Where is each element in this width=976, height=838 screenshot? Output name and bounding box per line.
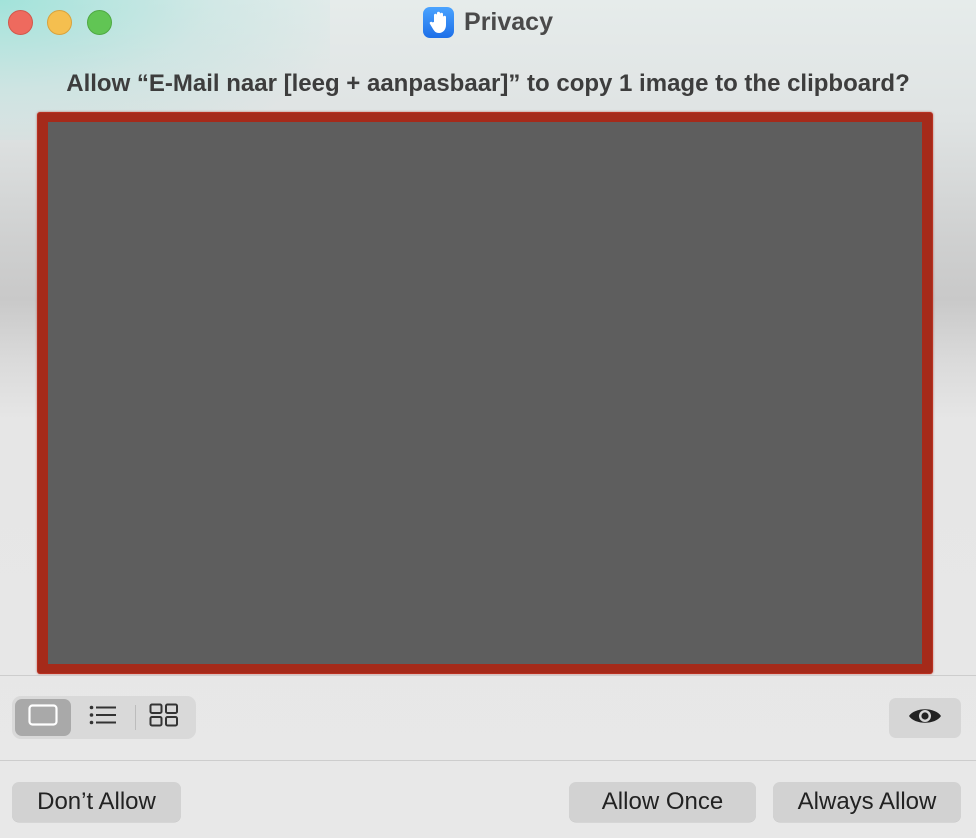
view-mode-control — [12, 696, 196, 739]
eye-icon — [907, 705, 943, 732]
divider-top — [0, 675, 976, 676]
window-title: Privacy — [464, 7, 553, 36]
grid-view-button[interactable] — [136, 699, 192, 736]
clipboard-image-preview — [38, 113, 932, 673]
list-view-icon — [89, 705, 117, 730]
always-allow-button[interactable]: Always Allow — [773, 782, 961, 822]
permission-prompt: Allow “E-Mail naar [leeg + aanpasbaar]” … — [66, 70, 910, 97]
divider-bottom — [0, 760, 976, 761]
dont-allow-button[interactable]: Don’t Allow — [12, 782, 181, 822]
single-view-icon — [28, 704, 58, 731]
window-title-group: Privacy — [0, 5, 976, 39]
preview-image — [48, 122, 922, 664]
raised-hand-icon — [423, 6, 455, 38]
grid-view-icon — [149, 703, 179, 732]
quick-look-button[interactable] — [889, 698, 961, 738]
list-view-button[interactable] — [75, 699, 131, 736]
title-bar: Privacy — [0, 0, 976, 44]
allow-once-button[interactable]: Allow Once — [569, 782, 756, 822]
single-view-button[interactable] — [15, 699, 71, 736]
